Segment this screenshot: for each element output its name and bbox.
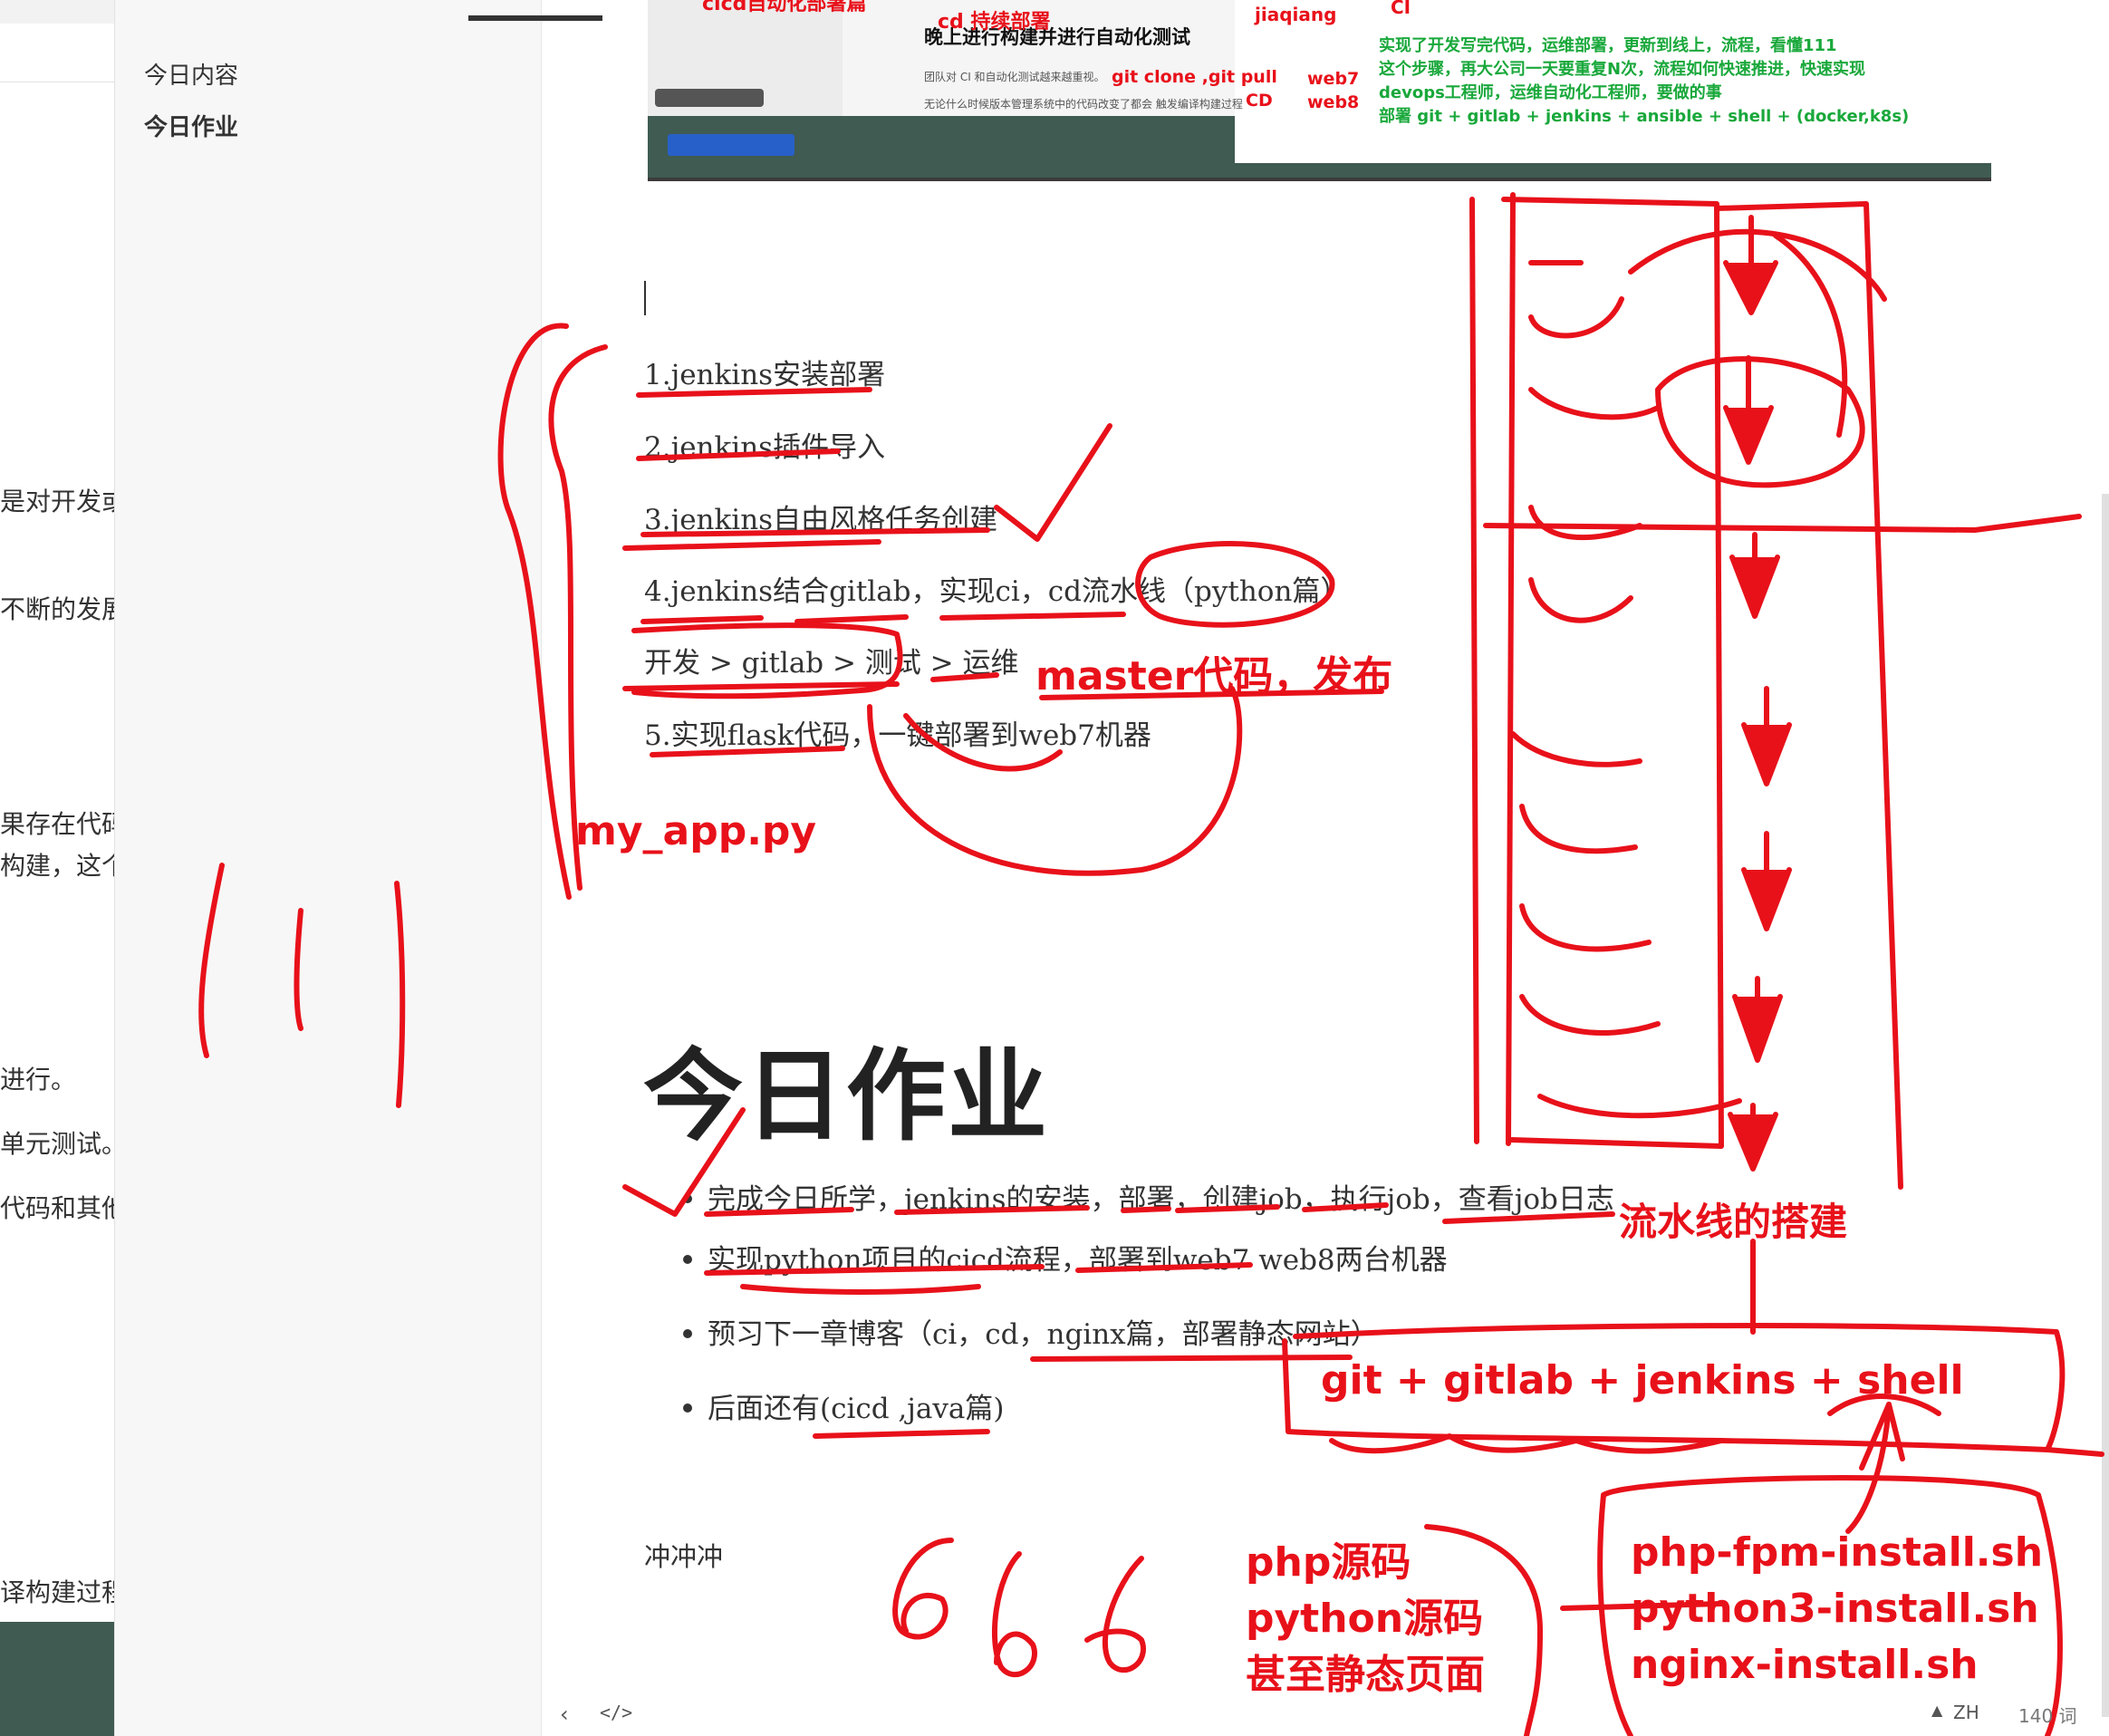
annotation-script: python3-install.sh [1631, 1586, 2039, 1632]
source-mode-button[interactable]: </> [600, 1702, 632, 1723]
annotation-script: nginx-install.sh [1631, 1642, 1979, 1688]
pen-annotation-layer [198, 192, 2104, 1736]
annotation-stack: git + gitlab + jenkins + shell [1321, 1357, 1964, 1403]
collapse-sidebar-button[interactable]: ‹ [560, 1702, 569, 1727]
annotation-source: python源码 [1246, 1596, 1484, 1642]
annotation-script: php-fpm-install.sh [1631, 1529, 2044, 1576]
annotation-master: master代码，发布 [1035, 653, 1393, 699]
annotation-source: php源码 [1246, 1539, 1411, 1586]
word-count[interactable]: 140 词 [2018, 1702, 2077, 1728]
language-indicator[interactable]: ZH [1953, 1702, 1979, 1723]
status-bar: ‹ </> ▲ ZH 140 词 [544, 1694, 2109, 1736]
annotation-pipeline: 流水线的搭建 [1619, 1200, 1848, 1244]
annotation-my-app: my_app.py [575, 808, 817, 854]
annotation-source: 甚至静态页面 [1246, 1652, 1485, 1698]
warning-icon: ▲ [1931, 1702, 1943, 1719]
